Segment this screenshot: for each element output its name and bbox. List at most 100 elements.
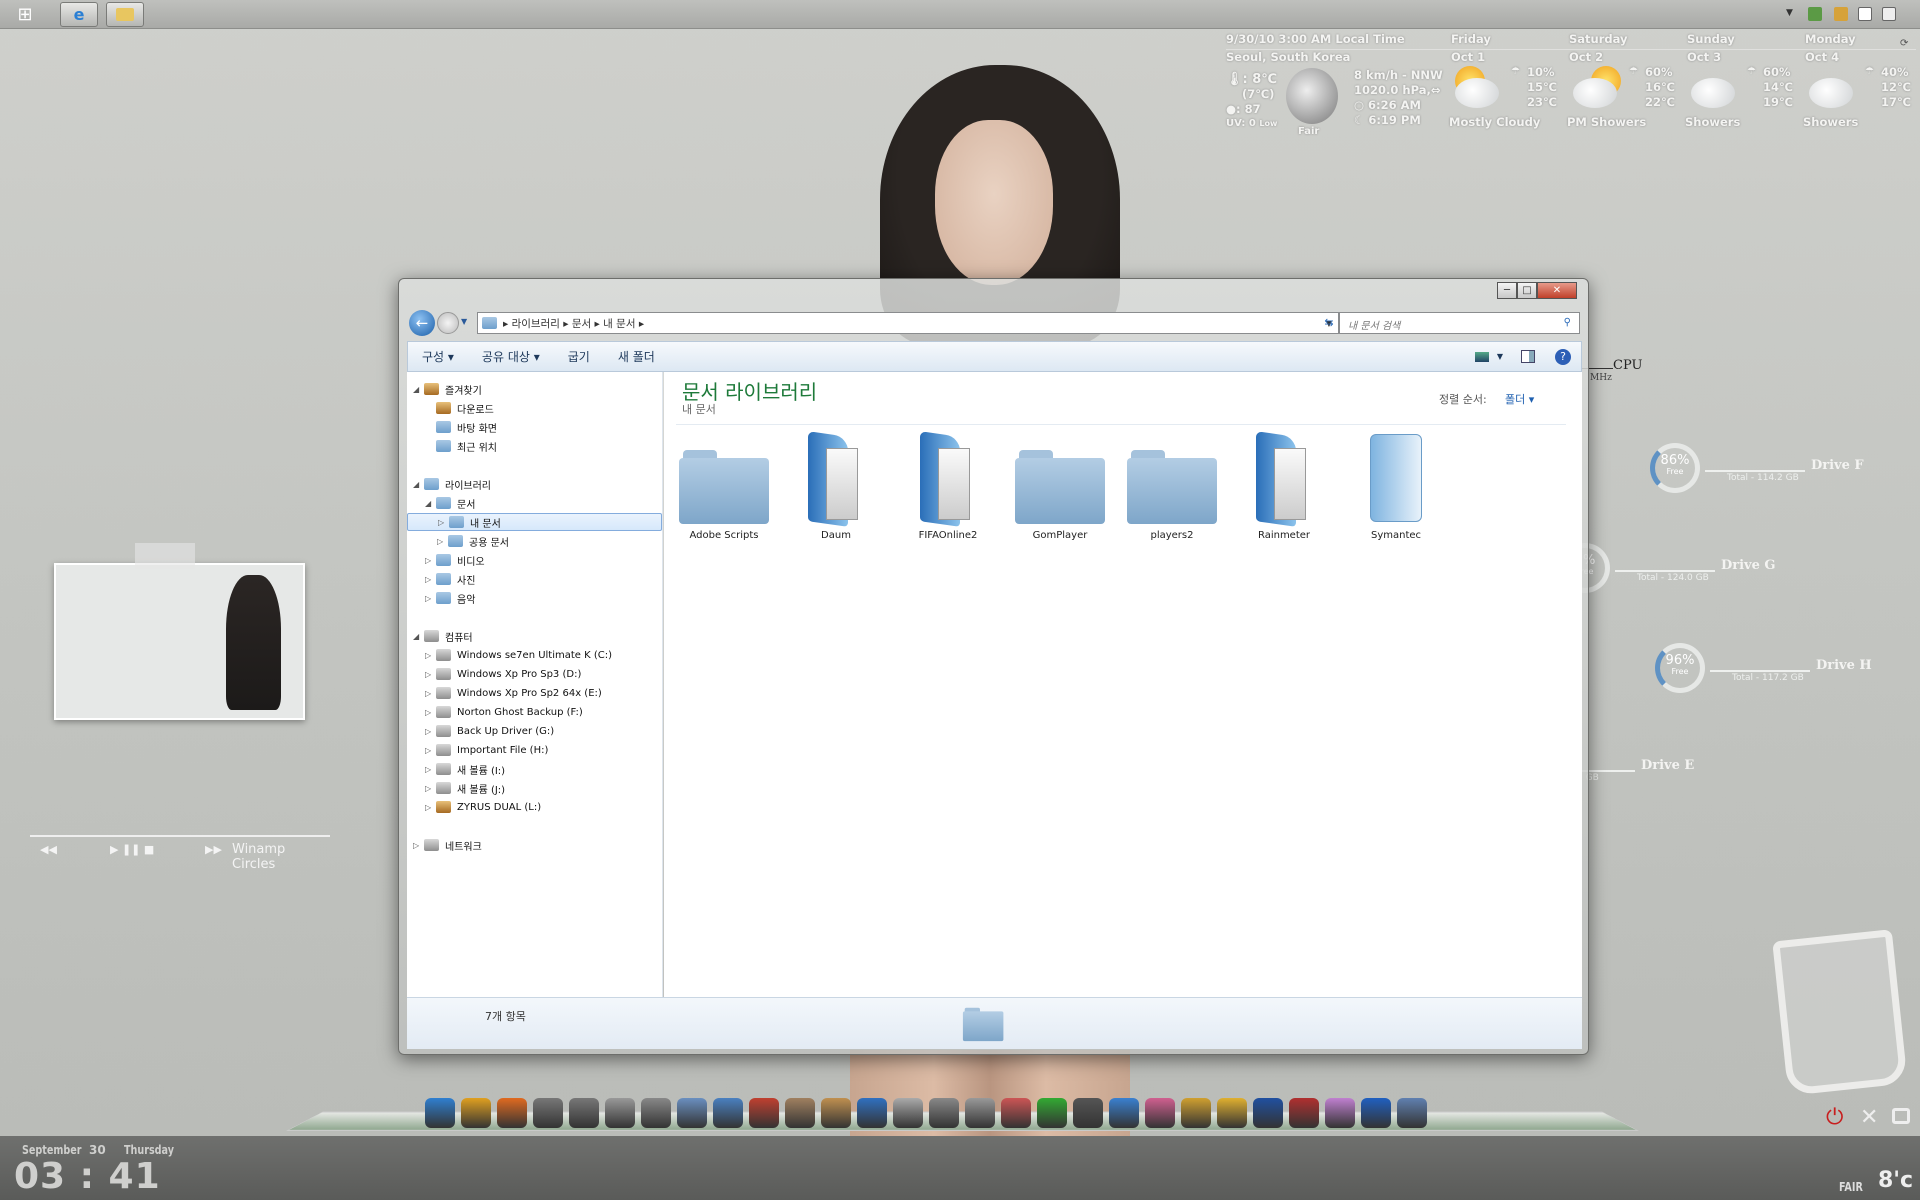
organize-button[interactable]: 구성 ▾ [408, 348, 468, 365]
dock-app-icon[interactable] [461, 1098, 491, 1128]
dock-app-icon[interactable] [1001, 1098, 1031, 1128]
dock-app-icon[interactable] [605, 1098, 635, 1128]
file-item[interactable]: Symantec [1346, 434, 1446, 541]
breadcrumb-arrow-icon[interactable]: ▸ [503, 318, 512, 330]
expand-arrow-icon[interactable]: ▷ [425, 594, 434, 603]
nav-tree-item[interactable]: ▷ 네트워크 [407, 836, 482, 854]
breadcrumb-item[interactable]: 라이브러리 [512, 318, 560, 330]
search-input[interactable]: 내 문서 검색 ⚲ [1339, 312, 1580, 334]
nav-tree-item[interactable]: ▷ Norton Ghost Backup (F:) [407, 703, 583, 721]
dock-app-icon[interactable] [785, 1098, 815, 1128]
nav-tree-item[interactable]: ▷ 새 볼륨 (J:) [407, 779, 505, 797]
dock-app-icon[interactable] [497, 1098, 527, 1128]
breadcrumb-item[interactable]: 내 문서 [603, 318, 635, 330]
sort-dropdown[interactable]: 폴더 ▾ [1505, 391, 1534, 407]
change-view-icon[interactable] [1474, 351, 1489, 362]
expand-arrow-icon[interactable]: ◢ [425, 499, 434, 508]
volume-tray-icon[interactable] [1882, 7, 1896, 21]
dock-app-icon[interactable] [965, 1098, 995, 1128]
new-folder-button[interactable]: 새 폴더 [604, 348, 669, 365]
recent-pages-dropdown[interactable]: ▼ [461, 317, 467, 326]
dock-app-icon[interactable] [569, 1098, 599, 1128]
nav-tree-item[interactable]: ▷ Windows Xp Pro Sp2 64x (E:) [407, 684, 602, 702]
dock-app-icon[interactable] [533, 1098, 563, 1128]
breadcrumb-arrow-icon[interactable]: ▸ [591, 318, 603, 330]
play-pause-stop-button[interactable]: ▶ ❚❚ ■ [110, 843, 154, 856]
nav-tree-item[interactable]: ▷ ZYRUS DUAL (L:) [407, 798, 541, 816]
expand-arrow-icon[interactable]: ▷ [425, 689, 434, 698]
nav-tree-item[interactable]: ▷ Important File (H:) [407, 741, 548, 759]
nav-tree-item[interactable]: 최근 위치 [407, 437, 497, 455]
internet-explorer-button[interactable]: e [60, 2, 98, 27]
minimize-button[interactable]: ─ [1497, 282, 1517, 299]
file-item[interactable]: Adobe Scripts [674, 434, 774, 541]
recycle-bin-icon[interactable] [1772, 929, 1908, 1096]
dock-app-icon[interactable] [425, 1098, 455, 1128]
nav-tree-item[interactable]: ▷ 사진 [407, 570, 475, 588]
forward-button[interactable] [437, 312, 459, 334]
nav-tree-item[interactable]: ▷ Windows Xp Pro Sp3 (D:) [407, 665, 581, 683]
dock-app-icon[interactable] [1217, 1098, 1247, 1128]
dock-app-icon[interactable] [749, 1098, 779, 1128]
dock-app-icon[interactable] [1109, 1098, 1139, 1128]
expand-arrow-icon[interactable]: ◢ [413, 480, 422, 489]
expand-arrow-icon[interactable]: ▷ [425, 765, 434, 774]
dock-app-icon[interactable] [1073, 1098, 1103, 1128]
weather-refresh-icon[interactable]: ⟳ [1900, 38, 1908, 49]
dock-app-icon[interactable] [1397, 1098, 1427, 1128]
preview-pane-icon[interactable] [1521, 350, 1535, 363]
dock-app-icon[interactable] [821, 1098, 851, 1128]
lock-icon[interactable] [1892, 1108, 1910, 1124]
expand-arrow-icon[interactable]: ▷ [425, 784, 434, 793]
nav-tree-item[interactable]: ▷ Back Up Driver (G:) [407, 722, 554, 740]
expand-arrow-icon[interactable]: ▷ [413, 841, 422, 850]
nav-tree-item[interactable]: ◢ 컴퓨터 [407, 627, 473, 645]
close-x-icon[interactable]: ✕ [1860, 1105, 1878, 1130]
expand-arrow-icon[interactable]: ▷ [425, 803, 434, 812]
expand-arrow-icon[interactable]: ▷ [425, 651, 434, 660]
dock-app-icon[interactable] [641, 1098, 671, 1128]
dock-app-icon[interactable] [1145, 1098, 1175, 1128]
burn-button[interactable]: 굽기 [554, 348, 604, 365]
view-dropdown-icon[interactable]: ▼ [1497, 352, 1503, 361]
file-item[interactable]: Daum [786, 431, 886, 541]
nav-tree-item[interactable]: ▷ 공용 문서 [407, 532, 509, 550]
nav-tree-item[interactable]: ▷ 새 볼륨 (I:) [407, 760, 505, 778]
next-button[interactable]: ▶▶ [205, 843, 222, 856]
tray-expand-icon[interactable]: ▼ [1786, 8, 1793, 18]
maximize-button[interactable]: □ [1517, 282, 1537, 299]
expand-arrow-icon[interactable]: ◢ [413, 385, 422, 394]
nav-tree-item[interactable]: ▷ Windows se7en Ultimate K (C:) [407, 646, 612, 664]
file-item[interactable]: GomPlayer [1010, 434, 1110, 541]
dock-app-icon[interactable] [1325, 1098, 1355, 1128]
dock-app-icon[interactable] [1037, 1098, 1067, 1128]
nav-tree-item[interactable]: 바탕 화면 [407, 418, 497, 436]
refresh-button[interactable]: ⇆ [1319, 312, 1339, 334]
expand-arrow-icon[interactable]: ▷ [437, 537, 446, 546]
expand-arrow-icon[interactable]: ▷ [425, 556, 434, 565]
file-item[interactable]: FIFAOnline2 [898, 431, 998, 541]
dock-app-icon[interactable] [1289, 1098, 1319, 1128]
breadcrumb-item[interactable]: 문서 [572, 318, 591, 330]
nav-tree-item[interactable]: ◢ 문서 [407, 494, 475, 512]
nav-tree-item[interactable]: ◢ 즐겨찾기 [407, 380, 482, 398]
flag-tray-icon[interactable] [1858, 7, 1872, 21]
start-button[interactable]: ⊞ [6, 2, 44, 27]
nav-tree-item[interactable]: ▷ 비디오 [407, 551, 485, 569]
address-bar[interactable]: ▸ 라이브러리 ▸ 문서 ▸ 내 문서 ▸ ▼ [477, 312, 1339, 334]
nav-tree-item[interactable]: ▷ 음악 [407, 589, 475, 607]
dock-app-icon[interactable] [1253, 1098, 1283, 1128]
expand-arrow-icon[interactable]: ◢ [413, 632, 422, 641]
dock-app-icon[interactable] [929, 1098, 959, 1128]
expand-arrow-icon[interactable]: ▷ [425, 746, 434, 755]
share-with-button[interactable]: 공유 대상 ▾ [468, 348, 554, 365]
expand-arrow-icon[interactable]: ▷ [438, 518, 447, 527]
nav-tree-item[interactable]: ▷ 내 문서 [407, 513, 662, 531]
dock-app-icon[interactable] [1361, 1098, 1391, 1128]
file-item[interactable]: Rainmeter [1234, 431, 1334, 541]
dock-app-icon[interactable] [857, 1098, 887, 1128]
close-button[interactable]: ✕ [1537, 282, 1577, 299]
search-icon[interactable]: ⚲ [1564, 317, 1571, 328]
expand-arrow-icon[interactable]: ▷ [425, 727, 434, 736]
breadcrumb-arrow-icon[interactable]: ▸ [560, 318, 572, 330]
